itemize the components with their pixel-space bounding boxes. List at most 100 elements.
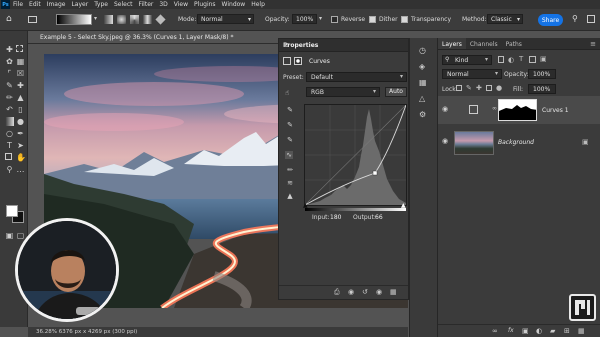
radial-gradient-icon[interactable] <box>117 15 126 24</box>
new-group-icon[interactable]: ▰ <box>550 327 555 335</box>
output-value[interactable]: 66 <box>375 214 383 221</box>
menu-filter[interactable]: Filter <box>139 1 154 8</box>
history-icon[interactable]: ◷ <box>419 46 426 55</box>
menu-3d[interactable]: 3D <box>159 1 167 8</box>
screen-mode-icon[interactable]: ▢ <box>16 231 25 240</box>
more-tools-icon[interactable]: … <box>16 165 25 174</box>
trash-icon[interactable]: ▦ <box>578 327 585 335</box>
gradient-tool-icon[interactable] <box>28 16 37 23</box>
gradient-tool-icon[interactable] <box>5 117 14 126</box>
lock-image-icon[interactable]: ✎ <box>466 84 472 92</box>
diamond-gradient-icon[interactable] <box>155 14 166 25</box>
new-adjustment-icon[interactable]: ◐ <box>536 327 542 335</box>
rectangle-tool-icon[interactable] <box>5 153 12 160</box>
zoom-tool-icon[interactable]: ⚲ <box>5 165 14 174</box>
draw-curve-icon[interactable]: ✏ <box>286 166 294 174</box>
chain-link-icon[interactable]: ∞ <box>492 105 497 112</box>
chevron-down-icon[interactable]: ▾ <box>94 15 97 22</box>
view-previous-icon[interactable]: ◉ <box>348 288 354 296</box>
gradient-preview[interactable] <box>56 14 92 25</box>
add-mask-icon[interactable]: ▣ <box>522 327 529 335</box>
input-value[interactable]: 180 <box>330 214 341 221</box>
swatches-icon[interactable]: ▦ <box>419 78 427 87</box>
filter-kind-select[interactable]: ⚲ Kind ▾ <box>442 55 492 65</box>
dodge-tool-icon[interactable]: ○ <box>5 129 14 138</box>
method-select[interactable]: Classic ▾ <box>487 14 523 24</box>
fill-field[interactable]: 100% <box>528 84 556 94</box>
auto-button[interactable]: Auto <box>385 87 407 97</box>
clip-to-layer-icon[interactable]: ⎙ <box>334 288 340 297</box>
edit-points-icon[interactable]: ∿ <box>285 151 293 159</box>
reset-icon[interactable]: ↺ <box>362 288 368 296</box>
menu-window[interactable]: Window <box>222 1 246 8</box>
move-tool-icon[interactable]: ✚ <box>5 45 14 54</box>
foreground-color-swatch[interactable] <box>6 205 18 217</box>
history-brush-tool-icon[interactable]: ↶ <box>5 105 14 114</box>
transparency-checkbox[interactable] <box>401 16 408 23</box>
frame-tool-icon[interactable]: ☒ <box>16 69 25 78</box>
type-tool-icon[interactable]: T <box>5 141 14 150</box>
object-selection-tool-icon[interactable]: ▦ <box>16 57 25 66</box>
eyedropper-tool-icon[interactable]: ✎ <box>5 81 14 90</box>
lock-position-icon[interactable]: ✚ <box>476 84 482 92</box>
layer-thumbnail[interactable] <box>454 131 494 155</box>
properties-icon[interactable]: ⚙ <box>419 110 426 119</box>
reverse-checkbox[interactable] <box>331 16 338 23</box>
lock-transparent-icon[interactable] <box>456 85 462 91</box>
hand-tool-icon[interactable]: ✋ <box>16 153 26 162</box>
layer-name[interactable]: Background <box>498 139 534 146</box>
home-icon[interactable]: ⌂ <box>6 14 12 24</box>
workspace-icon[interactable] <box>587 15 595 23</box>
white-point-slider[interactable]: ▲ <box>401 202 406 209</box>
quick-mask-icon[interactable]: ▣ <box>5 231 14 240</box>
filter-type-icon[interactable]: T <box>519 55 523 63</box>
blend-mode-select[interactable]: Normal ▾ <box>442 69 502 79</box>
sample-midtones-icon[interactable]: ✎ <box>286 121 294 129</box>
clone-stamp-tool-icon[interactable]: ▲ <box>16 93 25 102</box>
lock-artboard-icon[interactable] <box>486 85 492 91</box>
channel-select[interactable]: RGB ▾ <box>306 87 380 97</box>
menu-plugins[interactable]: Plugins <box>194 1 216 8</box>
black-point-slider[interactable]: ▲ <box>303 202 308 209</box>
visibility-icon[interactable]: ◉ <box>376 288 382 296</box>
opacity-field[interactable]: 100% <box>292 14 317 24</box>
clipping-warning-icon[interactable]: ▲ <box>286 192 294 200</box>
layer-mask-thumbnail[interactable] <box>498 99 537 121</box>
filter-adjustment-icon[interactable]: ◐ <box>508 56 514 64</box>
filter-smart-object-icon[interactable]: ▣ <box>540 55 547 63</box>
preset-select[interactable]: Default ▾ <box>306 72 407 82</box>
tab-channels[interactable]: Channels <box>466 38 502 49</box>
trash-icon[interactable]: ▦ <box>390 288 397 296</box>
lasso-tool-icon[interactable]: ✿ <box>5 57 14 66</box>
libraries-icon[interactable]: △ <box>419 94 425 103</box>
linear-gradient-icon[interactable] <box>104 15 113 24</box>
visibility-eye-icon[interactable]: ◉ <box>442 137 448 145</box>
filter-pixel-icon[interactable] <box>498 56 504 63</box>
menu-view[interactable]: View <box>174 1 188 8</box>
crop-tool-icon[interactable]: ⌜ <box>5 69 14 78</box>
panel-menu-icon[interactable]: ≡ <box>590 40 596 48</box>
new-layer-icon[interactable]: ⊞ <box>564 327 570 335</box>
layer-name[interactable]: Curves 1 <box>542 107 569 114</box>
tab-paths[interactable]: Paths <box>502 38 526 49</box>
chevron-down-icon[interactable]: ▾ <box>319 15 322 22</box>
menu-help[interactable]: Help <box>251 1 265 8</box>
angle-gradient-icon[interactable] <box>130 15 139 24</box>
mode-select[interactable]: Normal ▾ <box>197 14 254 24</box>
tab-layers[interactable]: Layers <box>438 38 466 49</box>
smooth-curve-icon[interactable]: ≋ <box>286 179 294 187</box>
menu-edit[interactable]: Edit <box>29 1 41 8</box>
menu-select[interactable]: Select <box>114 1 133 8</box>
pen-tool-icon[interactable]: ✒ <box>16 129 25 138</box>
eraser-tool-icon[interactable]: ▯ <box>16 105 25 114</box>
menu-file[interactable]: File <box>13 1 23 8</box>
marquee-tool-icon[interactable] <box>16 45 23 52</box>
visibility-eye-icon[interactable]: ◉ <box>442 105 448 113</box>
sample-shadows-icon[interactable]: ✎ <box>286 106 294 114</box>
healing-brush-tool-icon[interactable]: ✚ <box>16 81 25 90</box>
panel-menu-icon[interactable]: ≡ <box>283 41 404 49</box>
share-button[interactable]: Share <box>538 14 563 26</box>
menu-type[interactable]: Type <box>94 1 108 8</box>
blur-tool-icon[interactable]: ● <box>16 117 25 126</box>
path-selection-tool-icon[interactable]: ➤ <box>16 141 25 150</box>
